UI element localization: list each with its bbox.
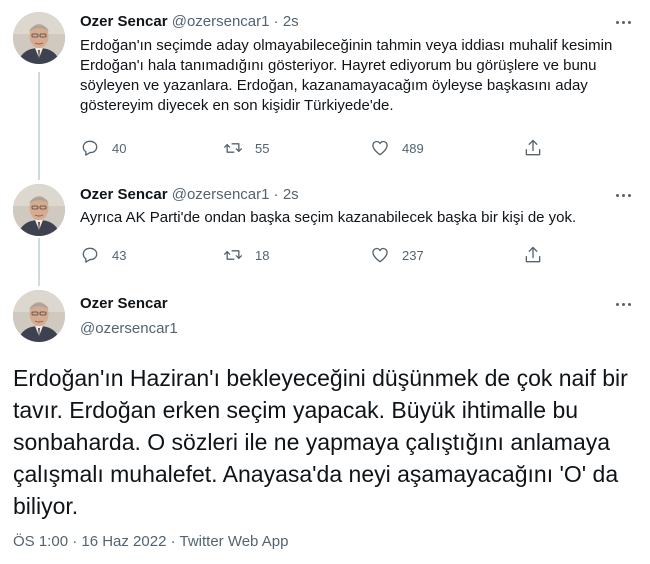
reply-count: 40 xyxy=(112,140,127,156)
tweet[interactable]: Ozer Sencar @ozersencar1 · 2s Ayrıca AK … xyxy=(0,172,650,284)
tweet-actions: 43 18 237 xyxy=(80,245,580,265)
reply-button[interactable]: 43 xyxy=(80,245,126,265)
reply-button[interactable]: 40 xyxy=(80,138,126,158)
more-icon[interactable] xyxy=(612,12,634,32)
retweet-button[interactable]: 18 xyxy=(223,245,269,265)
author-handle[interactable]: @ozersencar1 xyxy=(172,186,270,203)
heart-icon xyxy=(372,140,388,156)
separator: · xyxy=(273,186,279,203)
separator: · xyxy=(273,13,279,30)
heart-icon xyxy=(372,247,388,263)
tweet-header: Ozer Sencar @ozersencar1 · 2s xyxy=(80,185,299,205)
author-handle[interactable]: @ozersencar1 xyxy=(80,319,178,339)
share-icon xyxy=(525,139,541,156)
tweet-actions: 40 55 489 xyxy=(80,138,580,158)
reply-count: 43 xyxy=(112,247,127,263)
retweet-count: 55 xyxy=(255,140,270,156)
author-name[interactable]: Ozer Sencar xyxy=(80,186,168,203)
author-name[interactable]: Ozer Sencar xyxy=(80,13,168,30)
share-button[interactable] xyxy=(523,138,543,158)
retweet-icon xyxy=(224,250,242,260)
share-icon xyxy=(525,246,541,263)
like-count: 237 xyxy=(402,247,424,263)
main-tweet-text: Erdoğan'ın Haziran'ı bekleyeceğini düşün… xyxy=(13,365,628,519)
avatar[interactable] xyxy=(13,184,65,236)
share-button[interactable] xyxy=(523,245,543,265)
tweet-timestamp[interactable]: ÖS 1:00 · 16 Haz 2022 · Twitter Web App xyxy=(13,532,288,552)
tweet-header: Ozer Sencar @ozersencar1 · 2s xyxy=(80,12,299,32)
retweet-icon xyxy=(224,143,242,153)
tweet-time[interactable]: 2s xyxy=(283,186,299,203)
more-icon[interactable] xyxy=(612,294,634,314)
tweet-text: Ayrıca AK Parti'de ondan başka seçim kaz… xyxy=(80,209,577,226)
author-name[interactable]: Ozer Sencar xyxy=(80,294,178,314)
retweet-button[interactable]: 55 xyxy=(223,138,269,158)
avatar[interactable] xyxy=(13,12,65,64)
reply-icon xyxy=(82,247,98,263)
like-button[interactable]: 237 xyxy=(370,245,424,265)
tweet-text: Erdoğan'ın seçimde aday olmayabileceğini… xyxy=(80,37,613,114)
reply-icon xyxy=(82,140,98,156)
retweet-count: 18 xyxy=(255,247,270,263)
main-tweet-header: Ozer Sencar @ozersencar1 xyxy=(80,294,178,339)
like-count: 489 xyxy=(402,140,424,156)
avatar[interactable] xyxy=(13,290,65,342)
author-handle[interactable]: @ozersencar1 xyxy=(172,13,270,30)
more-icon[interactable] xyxy=(612,185,634,205)
tweet-time[interactable]: 2s xyxy=(283,13,299,30)
like-button[interactable]: 489 xyxy=(370,138,424,158)
tweet[interactable]: Ozer Sencar @ozersencar1 · 2s Erdoğan'ın… xyxy=(0,0,650,172)
